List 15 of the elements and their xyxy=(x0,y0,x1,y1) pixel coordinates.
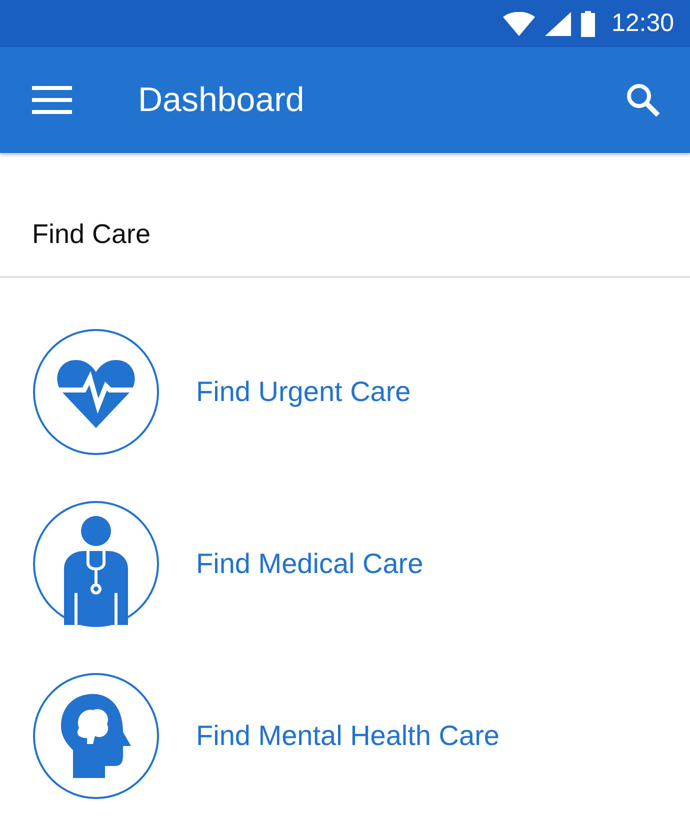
search-button[interactable] xyxy=(626,83,660,117)
section-title: Find Care xyxy=(0,153,690,278)
status-time: 12:30 xyxy=(611,9,674,38)
signal-icon xyxy=(545,12,572,36)
wifi-icon xyxy=(503,12,536,36)
battery-icon xyxy=(581,10,596,36)
icon-circle[interactable] xyxy=(33,501,159,627)
icon-circle[interactable] xyxy=(33,329,159,455)
head-brain-icon xyxy=(61,694,131,778)
care-link[interactable]: Find Medical Care xyxy=(196,548,424,580)
care-link[interactable]: Find Mental Health Care xyxy=(196,720,500,752)
icon-circle[interactable] xyxy=(33,673,159,799)
menu-button[interactable] xyxy=(32,85,72,115)
app-bar-title: Dashboard xyxy=(138,80,306,120)
care-link[interactable]: Find Urgent Care xyxy=(196,376,411,408)
